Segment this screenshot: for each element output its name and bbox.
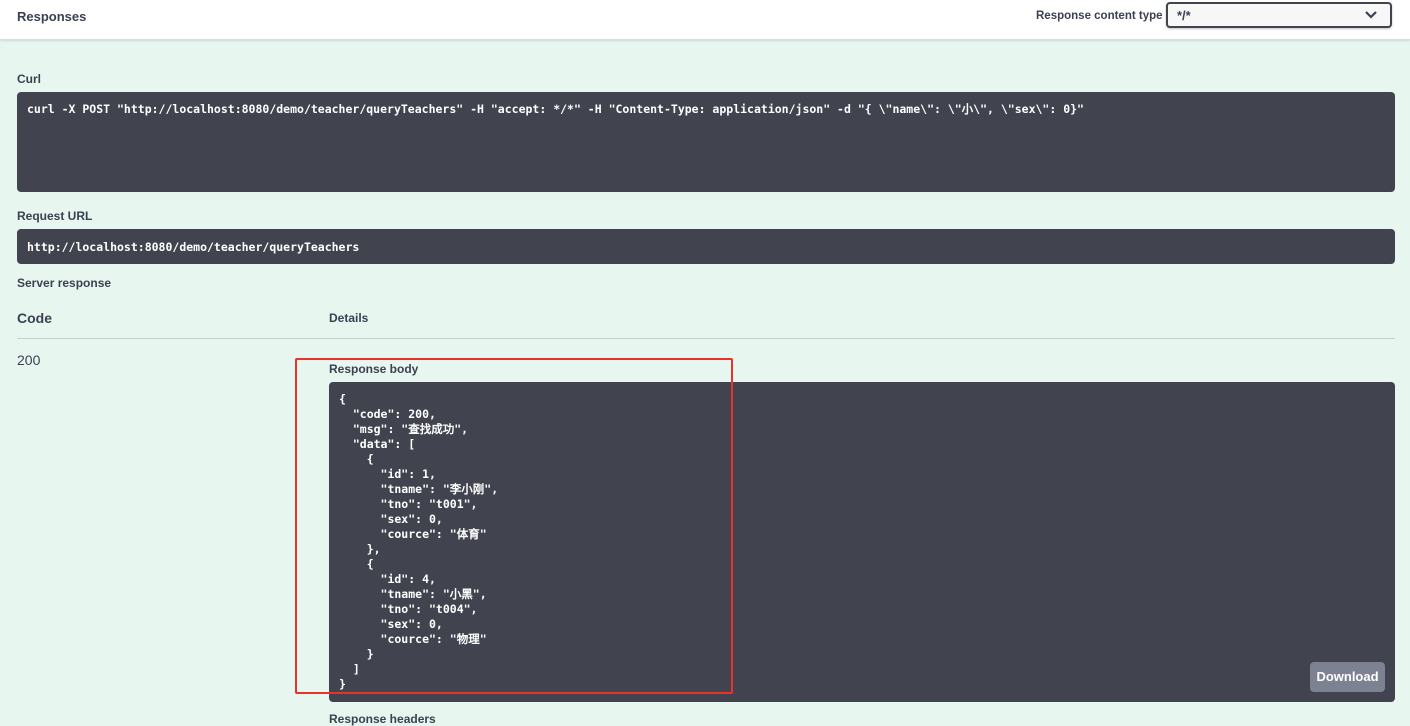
server-response-label: Server response [17,276,112,290]
responses-title: Responses [17,9,87,24]
table-divider [17,338,1395,339]
details-column-header: Details [329,311,369,325]
highlight-annotation-box [295,358,733,694]
response-content-type-value: */* [1177,8,1191,23]
request-url-label: Request URL [17,209,93,223]
response-content-type-select[interactable]: */* [1166,2,1392,28]
status-code: 200 [17,352,41,368]
responses-header: Responses Response content type */* [0,0,1410,40]
request-url-box[interactable]: http://localhost:8080/demo/teacher/query… [17,229,1395,264]
curl-command-box[interactable]: curl -X POST "http://localhost:8080/demo… [17,92,1395,192]
code-column-header: Code [17,310,52,326]
curl-label: Curl [17,72,41,86]
download-button[interactable]: Download [1310,662,1385,692]
response-content-type-label: Response content type [1036,10,1163,22]
chevron-down-icon [1365,11,1377,19]
